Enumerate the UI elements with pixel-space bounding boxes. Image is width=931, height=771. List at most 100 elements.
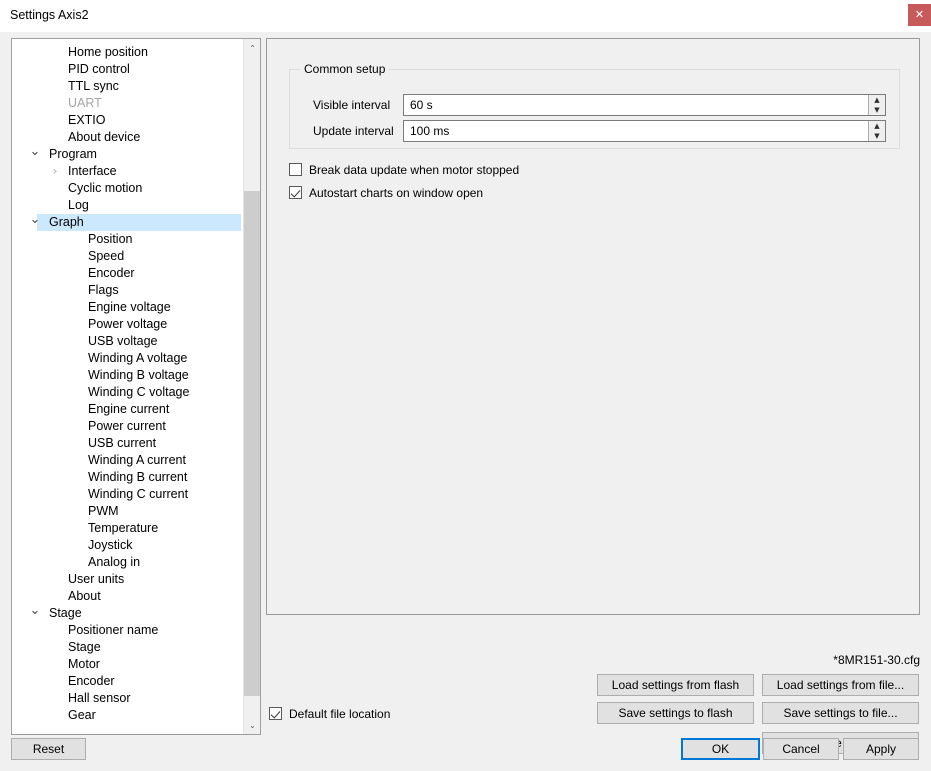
close-icon: ✕ xyxy=(908,4,931,26)
tree-item-label: About xyxy=(68,588,101,605)
tree-item-usb-current[interactable]: USB current xyxy=(12,435,241,452)
tree-spacer xyxy=(67,265,83,282)
spinner-down-icon[interactable]: ▼ xyxy=(869,131,885,141)
tree-item-engine-voltage[interactable]: Engine voltage xyxy=(12,299,241,316)
tree-scrollbar[interactable]: ⌄ ⌄ xyxy=(243,39,260,734)
tree-item-gear[interactable]: Gear xyxy=(12,707,241,724)
tree-item-label: Winding A voltage xyxy=(88,350,187,367)
scroll-down-icon[interactable]: ⌄ xyxy=(244,717,261,734)
tree-item-winding-a-current[interactable]: Winding A current xyxy=(12,452,241,469)
tree-item-extio[interactable]: EXTIO xyxy=(12,112,241,129)
tree-item-label: PID control xyxy=(68,61,130,78)
reset-button[interactable]: Reset xyxy=(11,738,86,760)
tree-item-label: Speed xyxy=(88,248,124,265)
cancel-button[interactable]: Cancel xyxy=(763,738,839,760)
load-settings-from-flash-button[interactable]: Load settings from flash xyxy=(597,674,754,696)
tree-item-program[interactable]: ⌄Program xyxy=(12,146,241,163)
update-interval-spinbox[interactable]: 100 ms ▲ ▼ xyxy=(403,120,886,142)
tree-item-label: Cyclic motion xyxy=(68,180,142,197)
tree-item-label: Hall sensor xyxy=(68,690,131,707)
tree-item-stage[interactable]: Stage xyxy=(12,639,241,656)
chevron-down-icon[interactable]: ⌄ xyxy=(27,605,43,622)
tree-spacer xyxy=(67,537,83,554)
tree-item-user-units[interactable]: User units xyxy=(12,571,241,588)
tree-item-label: Position xyxy=(88,231,132,248)
tree-item-power-voltage[interactable]: Power voltage xyxy=(12,316,241,333)
tree-spacer xyxy=(67,554,83,571)
scrollbar-thumb[interactable] xyxy=(244,191,261,696)
tree-item-about[interactable]: About xyxy=(12,588,241,605)
tree-item-uart[interactable]: UART xyxy=(12,95,241,112)
save-settings-to-flash-button[interactable]: Save settings to flash xyxy=(597,702,754,724)
tree-item-hall-sensor[interactable]: Hall sensor xyxy=(12,690,241,707)
tree-spacer xyxy=(67,299,83,316)
visible-interval-value: 60 s xyxy=(410,95,433,115)
spinner-up-icon[interactable]: ▲ xyxy=(869,121,885,131)
tree-item-positioner-name[interactable]: Positioner name xyxy=(12,622,241,639)
chevron-down-icon[interactable]: ⌄ xyxy=(27,214,43,231)
tree-item-label: Winding B voltage xyxy=(88,367,189,384)
visible-interval-row: Visible interval 60 s ▲ ▼ xyxy=(290,94,899,116)
tree-item-temperature[interactable]: Temperature xyxy=(12,520,241,537)
tree-item-motor[interactable]: Motor xyxy=(12,656,241,673)
close-button[interactable]: ✕ xyxy=(908,4,931,26)
update-interval-label: Update interval xyxy=(313,120,394,142)
tree-spacer xyxy=(47,639,63,656)
tree-item-winding-c-voltage[interactable]: Winding C voltage xyxy=(12,384,241,401)
tree-item-stage[interactable]: ⌄Stage xyxy=(12,605,241,622)
tree-item-label: Graph xyxy=(49,214,84,231)
tree-spacer xyxy=(47,78,63,95)
tree-item-pid-control[interactable]: PID control xyxy=(12,61,241,78)
visible-interval-stepper[interactable]: ▲ ▼ xyxy=(868,95,885,115)
tree-item-label: Winding C voltage xyxy=(88,384,189,401)
tree-item-winding-c-current[interactable]: Winding C current xyxy=(12,486,241,503)
tree-item-usb-voltage[interactable]: USB voltage xyxy=(12,333,241,350)
settings-content-panel: Common setup Visible interval 60 s ▲ ▼ U… xyxy=(266,38,920,615)
tree-item-graph[interactable]: ⌄Graph xyxy=(37,214,241,231)
chevron-down-icon[interactable]: ⌄ xyxy=(27,146,43,163)
tree-spacer xyxy=(67,486,83,503)
tree-item-pwm[interactable]: PWM xyxy=(12,503,241,520)
tree-item-winding-b-current[interactable]: Winding B current xyxy=(12,469,241,486)
tree-item-cyclic-motion[interactable]: Cyclic motion xyxy=(12,180,241,197)
tree-item-encoder[interactable]: Encoder xyxy=(12,265,241,282)
tree-item-flags[interactable]: Flags xyxy=(12,282,241,299)
tree-spacer xyxy=(47,180,63,197)
tree-item-interface[interactable]: ›Interface xyxy=(12,163,241,180)
tree-item-joystick[interactable]: Joystick xyxy=(12,537,241,554)
tree-item-label: Temperature xyxy=(88,520,158,537)
tree-item-home-position[interactable]: Home position xyxy=(12,44,241,61)
tree-item-label: Home position xyxy=(68,44,148,61)
tree-item-about-device[interactable]: About device xyxy=(12,129,241,146)
tree-item-winding-b-voltage[interactable]: Winding B voltage xyxy=(12,367,241,384)
tree-item-winding-a-voltage[interactable]: Winding A voltage xyxy=(12,350,241,367)
tree-spacer xyxy=(67,248,83,265)
ok-button[interactable]: OK xyxy=(681,738,760,760)
tree-spacer xyxy=(47,707,63,724)
spinner-up-icon[interactable]: ▲ xyxy=(869,95,885,105)
tree-item-engine-current[interactable]: Engine current xyxy=(12,401,241,418)
tree-item-position[interactable]: Position xyxy=(12,231,241,248)
tree-item-speed[interactable]: Speed xyxy=(12,248,241,265)
scroll-up-icon[interactable]: ⌄ xyxy=(244,39,261,56)
apply-button[interactable]: Apply xyxy=(843,738,919,760)
title-bar: Settings Axis2 ✕ xyxy=(0,0,931,32)
tree-item-label: Flags xyxy=(88,282,119,299)
tree-item-analog-in[interactable]: Analog in xyxy=(12,554,241,571)
spinner-down-icon[interactable]: ▼ xyxy=(869,105,885,115)
tree-item-ttl-sync[interactable]: TTL sync xyxy=(12,78,241,95)
common-setup-group: Common setup Visible interval 60 s ▲ ▼ U… xyxy=(289,69,900,149)
chevron-right-icon[interactable]: › xyxy=(47,163,63,180)
tree-spacer xyxy=(67,384,83,401)
visible-interval-spinbox[interactable]: 60 s ▲ ▼ xyxy=(403,94,886,116)
update-interval-stepper[interactable]: ▲ ▼ xyxy=(868,121,885,141)
tree-item-label: Log xyxy=(68,197,89,214)
load-settings-from-file-button[interactable]: Load settings from file... xyxy=(762,674,919,696)
settings-tree[interactable]: Home positionPID controlTTL syncUARTEXTI… xyxy=(11,38,261,735)
tree-item-label: Encoder xyxy=(68,673,115,690)
tree-item-encoder[interactable]: Encoder xyxy=(12,673,241,690)
save-settings-to-file-button[interactable]: Save settings to file... xyxy=(762,702,919,724)
tree-item-power-current[interactable]: Power current xyxy=(12,418,241,435)
visible-interval-label: Visible interval xyxy=(313,94,390,116)
tree-item-log[interactable]: Log xyxy=(12,197,241,214)
